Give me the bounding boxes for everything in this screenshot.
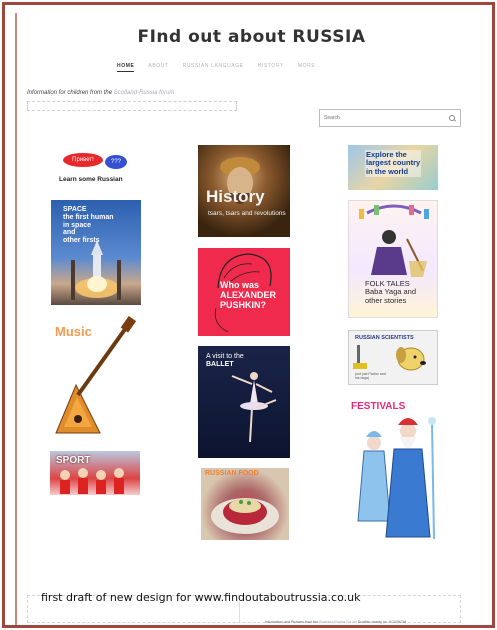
footer-divider — [239, 602, 240, 622]
explore-tile[interactable]: Explore the largest country in the world — [348, 145, 438, 190]
speech-bubble-privet[interactable]: Привет! — [63, 153, 103, 167]
folk-tales-tile[interactable]: FOLK TALES Baba Yaga and other stories — [348, 200, 438, 318]
scientists-tile-title: RUSSIAN SCIENTISTS — [355, 335, 414, 341]
salad-dish-image — [211, 498, 279, 534]
scientists-tile[interactable]: RUSSIAN SCIENTISTS (not just Pavlov and … — [348, 330, 438, 385]
nav-more[interactable]: MORE... — [298, 63, 321, 72]
learn-russian-link[interactable]: Learn some Russian — [59, 176, 123, 183]
footer-credit: Information and Pictures from the Scotla… — [265, 620, 407, 624]
explore-tile-label: Explore the largest country in the world — [365, 150, 422, 178]
search-box[interactable] — [319, 109, 461, 127]
space-tile[interactable]: SPACE the first human in space and other… — [51, 200, 141, 305]
search-icon[interactable] — [449, 114, 456, 122]
tagline-placeholder-box — [27, 101, 237, 111]
festivals-link[interactable]: FESTIVALS — [351, 401, 405, 412]
speech-bubble-question[interactable]: ??? — [105, 155, 127, 169]
main-nav: HOME ABOUT RUSSIAN LANGUAGE HISTORY MORE… — [117, 63, 377, 72]
tagline-forum-link[interactable]: Scotland-Russia forum — [114, 90, 175, 96]
site-title: FInd out about RUSSIA — [137, 27, 366, 47]
search-input[interactable] — [324, 115, 444, 121]
nav-russian-language[interactable]: RUSSIAN LANGUAGE — [183, 63, 244, 72]
sport-tile[interactable]: SPORT — [50, 451, 140, 501]
food-tile[interactable]: RUSSIAN FOOD — [201, 468, 289, 540]
pushkin-tile[interactable]: Who was ALEXANDER PUSHKIN? — [198, 248, 290, 336]
ballet-tile-label: A visit to the BALLET — [206, 353, 244, 368]
pushkin-tile-label: Who was ALEXANDER PUSHKIN? — [220, 280, 277, 311]
scientists-tile-subtitle: (not just Pavlov and his dogs) — [355, 372, 386, 380]
margin-line — [15, 13, 17, 625]
history-tile[interactable]: History tsars, tsars and revolutions — [198, 145, 290, 237]
food-tile-label: RUSSIAN FOOD — [205, 470, 259, 477]
footer-forum-link[interactable]: Scotland-Russia Forum — [319, 620, 357, 624]
history-tile-subtitle: tsars, tsars and revolutions — [208, 210, 286, 217]
nav-home[interactable]: HOME — [117, 63, 135, 72]
space-tile-label: SPACE the first human in space and other… — [63, 206, 114, 245]
folk-tales-tile-label: FOLK TALES Baba Yaga and other stories — [365, 279, 417, 305]
draft-caption: first draft of new design for www.findou… — [41, 591, 361, 604]
sport-tile-label: SPORT — [56, 455, 91, 466]
tagline: Information for children from the Scotla… — [27, 90, 174, 96]
nav-history[interactable]: HISTORY — [258, 63, 284, 72]
music-link[interactable]: Music — [55, 324, 92, 339]
tagline-text: Information for children from the — [27, 90, 114, 96]
ded-moroz-snegurochka-image[interactable] — [348, 409, 440, 549]
nav-about[interactable]: ABOUT — [148, 63, 168, 72]
ballet-tile[interactable]: A visit to the BALLET — [198, 346, 290, 458]
page-frame: FInd out about RUSSIA HOME ABOUT RUSSIAN… — [2, 2, 495, 628]
history-tile-title: History — [206, 187, 265, 206]
